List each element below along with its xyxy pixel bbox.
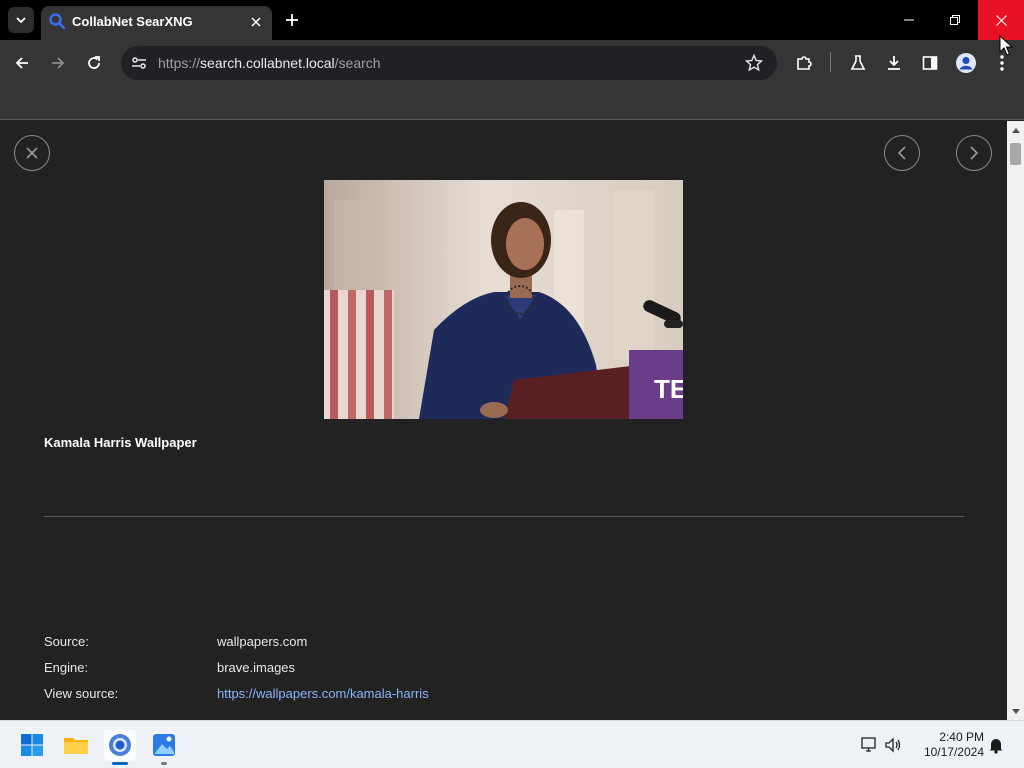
scroll-thumb[interactable] <box>1010 143 1021 165</box>
mouse-cursor-icon <box>999 35 1013 56</box>
puzzle-icon <box>797 56 812 70</box>
extensions-button[interactable] <box>791 50 817 76</box>
side-panel-icon <box>922 56 938 70</box>
profile-button[interactable] <box>953 50 979 76</box>
view-source-link[interactable]: https://wallpapers.com/kamala-harris <box>217 686 429 701</box>
new-tab-button[interactable] <box>280 8 304 32</box>
tab-search-button[interactable] <box>8 7 34 33</box>
window-close-button[interactable] <box>978 0 1024 40</box>
reload-button[interactable] <box>81 50 107 76</box>
close-detail-button[interactable] <box>14 135 50 171</box>
taskbar-chrome[interactable] <box>104 729 136 761</box>
side-panel-button[interactable] <box>917 50 943 76</box>
scroll-up-button[interactable] <box>1007 121 1024 138</box>
address-bar[interactable]: https://search.collabnet.local/search <box>121 46 777 80</box>
restore-button[interactable] <box>932 0 978 40</box>
start-button[interactable] <box>16 729 48 761</box>
start-icon <box>21 734 43 756</box>
downloads-button[interactable] <box>881 50 907 76</box>
taskbar-file-explorer[interactable] <box>60 729 92 761</box>
bookmark-star-icon[interactable] <box>745 54 763 72</box>
photos-icon <box>153 734 175 756</box>
tab-close-button[interactable] <box>246 12 266 32</box>
bell-icon <box>989 739 1003 754</box>
browser-tab-active[interactable]: CollabNet SearXNG <box>41 6 272 40</box>
chevron-right-icon <box>970 146 979 160</box>
next-image-button[interactable] <box>956 135 992 171</box>
source-label: Source: <box>44 634 89 649</box>
notifications-button[interactable] <box>986 735 1006 755</box>
close-icon <box>995 14 1007 26</box>
download-icon <box>888 56 900 70</box>
taskbar-clock[interactable]: 2:40 PM 10/17/2024 <box>912 730 984 760</box>
scroll-down-button[interactable] <box>1007 703 1024 720</box>
divider <box>44 516 964 517</box>
arrow-right-icon <box>52 57 65 69</box>
browser-titlebar: CollabNet SearXNG <box>0 0 1024 40</box>
clock-date: 10/17/2024 <box>923 745 984 759</box>
back-button[interactable] <box>9 50 35 76</box>
avatar-icon <box>956 53 976 73</box>
flask-icon <box>850 55 866 70</box>
source-value: wallpapers.com <box>217 634 308 649</box>
url-text: https://search.collabnet.local/search <box>158 55 381 71</box>
minimize-button[interactable] <box>886 0 932 40</box>
plus-icon <box>286 14 298 26</box>
file-explorer-icon <box>64 738 88 754</box>
image-detail-view: TE Kamala Harris Wallpaper Source: wallp… <box>0 121 1007 720</box>
podium-sign-text: TE <box>654 374 683 404</box>
result-image[interactable]: TE <box>324 180 683 419</box>
taskbar-photos[interactable] <box>148 729 180 761</box>
page-scrollbar[interactable] <box>1007 121 1024 720</box>
close-icon <box>26 147 38 159</box>
minimize-icon <box>904 19 914 21</box>
close-icon <box>251 17 261 27</box>
forward-button[interactable] <box>45 50 71 76</box>
arrow-left-icon <box>15 57 28 69</box>
restore-icon <box>950 15 960 25</box>
search-favicon-icon <box>49 13 66 30</box>
triangle-down-icon <box>1011 708 1020 714</box>
view-source-label: View source: <box>44 686 119 701</box>
chevron-down-icon <box>16 17 26 24</box>
engine-label: Engine: <box>44 660 89 675</box>
volume-tray-button[interactable] <box>883 735 903 755</box>
chrome-icon <box>109 734 131 756</box>
active-app-indicator <box>112 762 128 765</box>
clock-time: 2:40 PM <box>939 730 984 744</box>
windows-taskbar: 2:40 PM 10/17/2024 <box>0 720 1024 768</box>
triangle-up-icon <box>1011 127 1020 133</box>
chevron-left-icon <box>897 146 906 160</box>
network-tray-button[interactable] <box>860 735 880 755</box>
toolbar-separator <box>830 52 831 72</box>
site-info-icon <box>132 57 146 69</box>
image-title: Kamala Harris Wallpaper <box>44 435 197 450</box>
engine-value: brave.images <box>217 660 296 675</box>
reload-icon <box>88 56 100 69</box>
previous-image-button[interactable] <box>884 135 920 171</box>
volume-icon <box>885 737 901 753</box>
running-app-indicator <box>161 762 167 765</box>
tab-title: CollabNet SearXNG <box>72 14 193 29</box>
labs-button[interactable] <box>845 50 871 76</box>
browser-toolbar: https://search.collabnet.local/search <box>0 40 1024 85</box>
bookmarks-bar <box>0 85 1024 120</box>
network-icon <box>861 737 876 752</box>
